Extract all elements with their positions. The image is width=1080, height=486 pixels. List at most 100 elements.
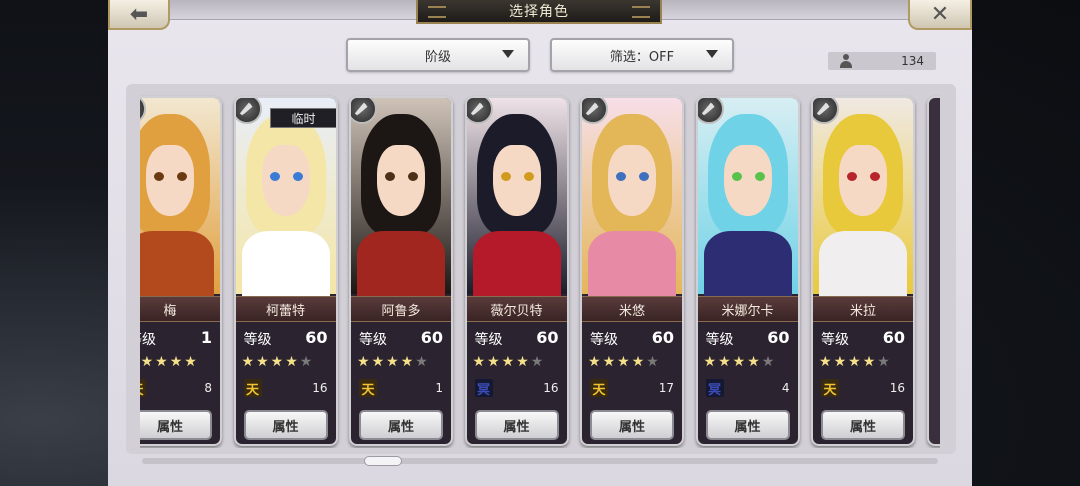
horizontal-scrollbar-thumb[interactable]	[364, 456, 402, 466]
dropdown-arrow-icon	[706, 50, 718, 58]
level-row: 等级 60	[351, 328, 451, 350]
level-value: 60	[882, 328, 905, 347]
star-icon: ★	[285, 354, 300, 370]
star-icon: ★	[516, 354, 531, 370]
character-card[interactable]: 米拉 等级 60 ★★★★★ 天 16 属性	[811, 96, 915, 446]
close-button[interactable]: ✕	[908, 0, 972, 30]
attribute-button[interactable]: 属性	[705, 410, 790, 440]
attribute-button[interactable]: 属性	[590, 410, 674, 440]
character-name: 柯蕾特	[235, 296, 336, 322]
element-icon: 冥	[474, 379, 493, 398]
character-list-viewport[interactable]: 梅等级1★★★★★天8属性临时柯蕾特等级60★★★★★天16属性阿鲁多等级60★…	[140, 86, 940, 448]
star-icon: ★	[169, 354, 185, 370]
element-count: 8	[204, 381, 212, 395]
attribute-button[interactable]: 属性	[359, 410, 443, 440]
character-card[interactable]: 米悠 等级 60 ★★★★★ 天 17 属性	[580, 96, 684, 446]
star-icon: ★	[530, 354, 546, 370]
attribute-button[interactable]: 属性	[243, 410, 328, 440]
element-icon: 天	[821, 379, 839, 398]
star-icon: ★	[602, 354, 618, 370]
character-portrait	[466, 98, 567, 310]
character-name: 米悠	[582, 296, 682, 322]
element-count: 4	[781, 381, 790, 395]
attribute-button[interactable]: 属性	[821, 410, 905, 440]
portrait-face	[608, 145, 656, 216]
portrait-face	[723, 145, 772, 216]
dropdown-arrow-icon	[502, 50, 514, 58]
element-count: 16	[889, 381, 905, 395]
rank-sort-dropdown[interactable]: 阶级	[346, 38, 530, 72]
star-rating: ★★★★★	[588, 354, 661, 370]
star-rating: ★★★★★	[242, 354, 315, 370]
star-icon: ★	[155, 354, 170, 370]
level-row: 等级 60	[467, 328, 567, 350]
star-rating: ★★★★★	[473, 354, 546, 370]
star-icon: ★	[299, 354, 315, 370]
star-icon: ★	[184, 354, 199, 370]
star-icon: ★	[732, 354, 748, 370]
lock-icon[interactable]	[697, 98, 724, 124]
character-card[interactable]: 薇尔贝特 等级 60 ★★★★★ 冥 16 属性	[464, 96, 569, 446]
star-icon: ★	[703, 354, 719, 370]
lock-icon[interactable]	[235, 98, 262, 124]
character-card-partial[interactable]	[926, 96, 940, 446]
level-label: 等级	[140, 332, 156, 348]
star-icon: ★	[833, 354, 849, 370]
owned-count-box: 134	[828, 52, 936, 70]
star-icon: ★	[357, 354, 372, 370]
back-button[interactable]: ⬅	[108, 0, 170, 30]
level-row: 等级 60	[582, 328, 682, 350]
character-portrait	[140, 98, 220, 310]
star-rating: ★★★★★	[704, 354, 777, 370]
star-icon: ★	[501, 354, 517, 370]
attribute-button[interactable]: 属性	[140, 410, 212, 440]
element-icon: 冥	[705, 379, 724, 398]
star-icon: ★	[631, 354, 647, 370]
element-row: 天1	[351, 378, 451, 400]
portrait-face	[839, 145, 887, 216]
owned-count: 134	[901, 54, 924, 68]
user-icon	[840, 54, 852, 68]
star-rating: ★★★★★	[819, 354, 892, 370]
level-row: 等级 60	[698, 328, 798, 350]
level-label: 等级	[705, 332, 734, 348]
element-count: 16	[312, 381, 328, 395]
level-row: 等级 60	[236, 328, 336, 350]
level-label: 等级	[243, 332, 272, 348]
character-name: 米娜尔卡	[697, 296, 798, 322]
portrait-face	[377, 145, 425, 216]
element-row: 冥 16	[467, 378, 567, 400]
level-label: 等级	[359, 332, 387, 348]
character-card[interactable]: 梅等级1★★★★★天8属性	[140, 96, 222, 446]
star-icon: ★	[386, 354, 401, 370]
star-icon: ★	[270, 354, 286, 370]
element-icon: 天	[243, 379, 262, 398]
level-label: 等级	[474, 332, 503, 348]
character-portrait	[351, 98, 451, 310]
level-value: 60	[651, 328, 674, 347]
filter-dropdown[interactable]: 筛选：OFF	[550, 38, 734, 72]
level-label: 等级	[590, 332, 618, 348]
level-value: 1	[200, 328, 212, 347]
star-rating: ★★★★★	[140, 354, 199, 370]
star-icon: ★	[415, 354, 430, 370]
horizontal-scrollbar-track[interactable]	[142, 458, 938, 464]
character-name: 阿鲁多	[351, 296, 451, 322]
character-card[interactable]: 阿鲁多 等级 60 ★★★★★ 天 1 属性	[349, 96, 453, 446]
character-portrait	[582, 98, 682, 310]
level-value: 60	[767, 328, 790, 347]
star-icon: ★	[848, 354, 863, 370]
character-card[interactable]: 米娜尔卡等级 60 ★★★★★ 冥 4 属性	[695, 96, 800, 446]
star-icon: ★	[140, 354, 156, 370]
filter-label: 筛选：OFF	[609, 49, 675, 65]
star-icon: ★	[588, 354, 603, 370]
character-card[interactable]: 临时 柯蕾特 等级 60 ★★★★★ 天 16 属性	[233, 96, 338, 446]
star-icon: ★	[747, 354, 762, 370]
lock-icon[interactable]	[466, 98, 493, 124]
element-icon: 天	[140, 379, 146, 398]
attribute-button[interactable]: 属性	[474, 410, 559, 440]
star-rating: ★★★★★	[357, 354, 430, 370]
star-icon: ★	[256, 354, 271, 370]
page-title: 选择角色	[416, 0, 662, 24]
star-icon: ★	[862, 354, 878, 370]
